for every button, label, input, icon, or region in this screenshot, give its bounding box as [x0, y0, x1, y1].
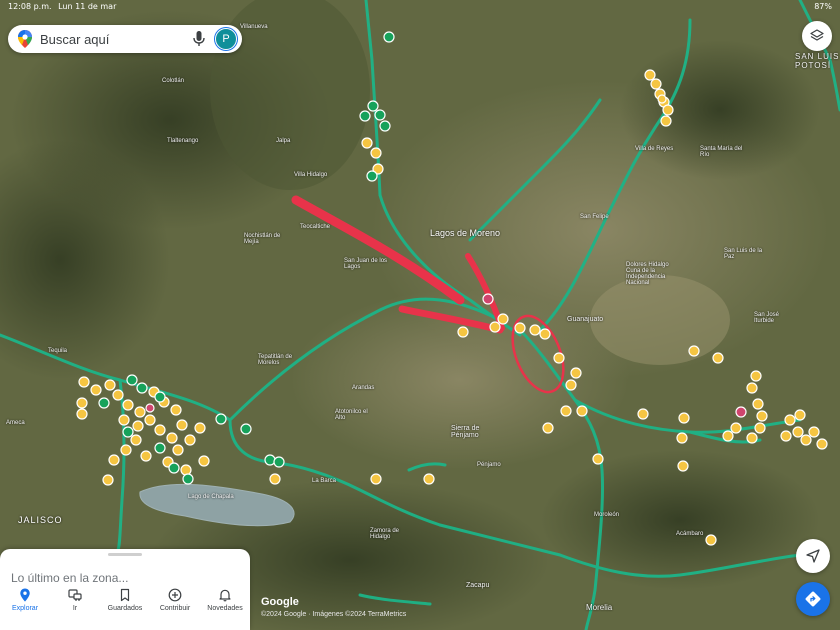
drag-handle[interactable] [108, 553, 142, 556]
place-label: Arandas [352, 385, 375, 391]
place-label: Lagos de Moreno [430, 228, 501, 238]
place-label: San Juan de los Lagos [344, 258, 388, 270]
place-label: Morelia [586, 603, 613, 612]
place-label: Dolores Hidalgo Cuna de la Independencia… [626, 262, 669, 286]
place-label: Sierra de Pénjamo [451, 425, 480, 439]
bell-icon [219, 589, 231, 602]
place-label: Teocaltiche [300, 224, 331, 230]
place-label: Jalpa [276, 138, 291, 144]
place-label: Ameca [6, 420, 25, 426]
location-pin-icon [20, 588, 30, 602]
map-attribution: ©2024 Google · Imágenes ©2024 TerraMetri… [261, 611, 407, 618]
place-label: Guanajuato [567, 316, 604, 323]
tab-label: Contribuir [159, 605, 191, 612]
layers-icon [810, 29, 824, 41]
avatar[interactable]: P [215, 28, 237, 50]
search-bar[interactable]: Buscar aquí P [8, 25, 242, 53]
add-circle-icon [168, 588, 182, 602]
place-label: Tlaltenango [167, 138, 199, 144]
tab-label: Explorar [11, 605, 39, 612]
tab-novedades[interactable]: Novedades [200, 585, 250, 630]
navigation-arrow-icon [806, 549, 820, 563]
my-location-button[interactable] [796, 539, 830, 573]
place-label: Moroleón [594, 512, 620, 518]
satellite-map[interactable] [0, 0, 840, 630]
commute-icon [68, 589, 82, 601]
place-label: Tepatitlán de Morelos [258, 354, 293, 366]
status-bar-left: 12:08 p.m. Lun 11 de mar [8, 2, 116, 11]
tab-label: Ir [72, 605, 78, 612]
place-label: Pénjamo [477, 462, 501, 468]
status-date: Lun 11 de mar [58, 2, 117, 11]
bookmark-icon [120, 588, 130, 602]
tab-explorar[interactable]: Explorar [0, 585, 50, 630]
place-label: Tequila [48, 348, 68, 354]
place-label: Nochistlán de Mejía [244, 233, 281, 245]
state-label: SAN LUIS POTOSÍ [795, 52, 840, 70]
search-input[interactable]: Buscar aquí [40, 32, 193, 47]
state-label: JALISCO [18, 515, 63, 525]
place-label: San José Iturbide [754, 312, 780, 324]
google-maps-pin-icon [18, 30, 32, 48]
place-label: San Luis de la Paz [724, 248, 763, 260]
place-label: San Felipe [580, 214, 609, 220]
place-label: Villanueva [240, 24, 268, 30]
tab-ir[interactable]: Ir [50, 585, 100, 630]
tab-label: Novedades [207, 605, 243, 612]
explore-bottom-sheet[interactable]: Lo último en la zona... Explorar Ir Guar… [0, 549, 250, 630]
status-time: 12:08 p.m. [8, 2, 52, 11]
microphone-icon[interactable] [193, 31, 205, 47]
place-label: Colotlán [162, 78, 185, 84]
layers-button[interactable] [802, 21, 832, 51]
tab-guardados[interactable]: Guardados [100, 585, 150, 630]
directions-button[interactable] [796, 582, 830, 616]
bottom-tab-bar: Explorar Ir Guardados Contribuir Novedad… [0, 585, 250, 630]
place-label: Zamora de Hidalgo [370, 528, 400, 540]
tab-contribuir[interactable]: Contribuir [150, 585, 200, 630]
place-label: Zacapu [466, 582, 490, 589]
place-label: Atotonilco el Alto [335, 409, 368, 421]
place-label: Villa de Reyes [635, 146, 674, 152]
directions-icon [805, 591, 821, 607]
place-label: Villa Hidalgo [294, 172, 328, 178]
place-label: Santa María del Río [700, 146, 743, 158]
place-label: Acámbaro [676, 531, 704, 537]
place-label: Lago de Chapala [188, 494, 234, 500]
tab-label: Guardados [107, 605, 143, 612]
battery-level: 87% [814, 2, 832, 11]
place-label: La Barca [312, 478, 337, 484]
status-bar-right: 87% [814, 2, 832, 11]
sheet-title: Lo último en la zona... [11, 571, 129, 585]
google-logo: Google [261, 596, 299, 608]
